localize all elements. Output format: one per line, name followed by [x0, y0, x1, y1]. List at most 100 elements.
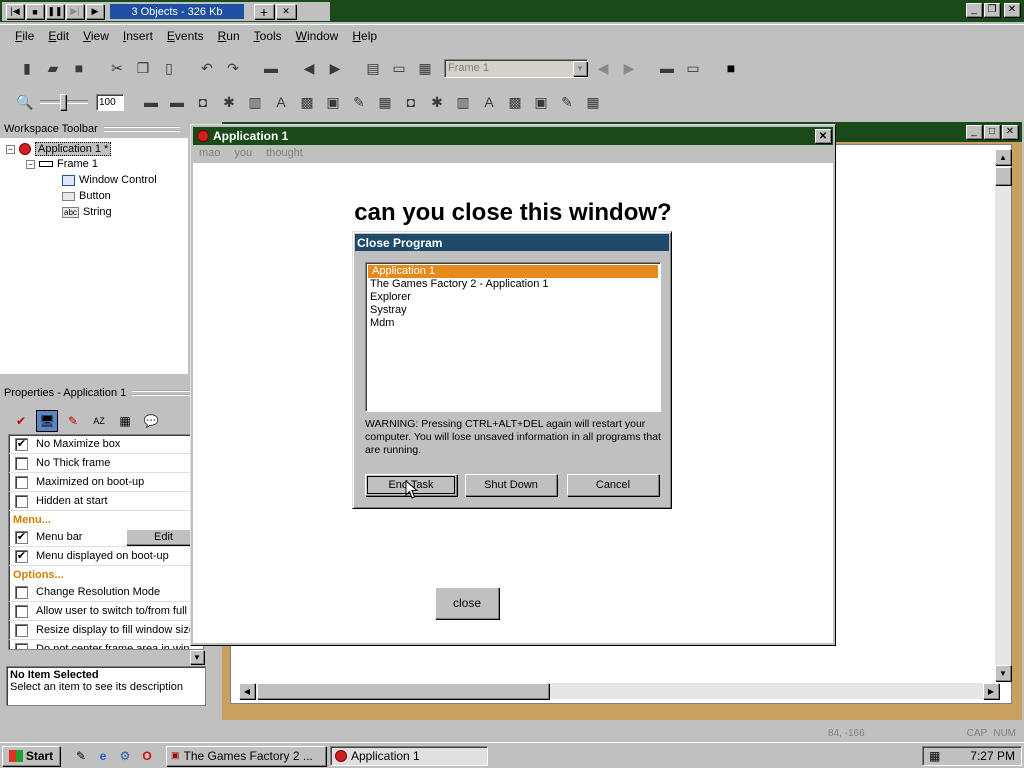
close-button[interactable]: ✕ [1004, 3, 1020, 17]
property-row[interactable]: ✔ Menu bar Edit [9, 528, 203, 547]
close-button[interactable]: ✕ [815, 129, 831, 143]
expander-icon[interactable]: − [26, 159, 35, 169]
step-button[interactable]: ▶| [66, 4, 84, 19]
process-item[interactable]: Application 1 [368, 265, 658, 278]
tab-runtime[interactable]: ✎ [62, 410, 84, 432]
panel-icon[interactable]: ▬ [656, 57, 678, 79]
rewind-button[interactable]: |◀ [6, 4, 24, 19]
property-scrollbar-down[interactable]: ▼ [190, 650, 204, 664]
property-list[interactable]: ✔ No Maximize box No Thick frame Maximized … [8, 434, 204, 650]
tab-window[interactable]: 🖥 [36, 410, 58, 432]
chevron-down-icon[interactable]: ▼ [573, 60, 587, 76]
process-item[interactable]: Systray [366, 304, 660, 317]
zoom-slider-thumb[interactable] [60, 94, 66, 110]
insert-object-icon[interactable]: ◘ [192, 91, 214, 113]
layers-icon[interactable]: ▬ [140, 91, 162, 113]
text-object2-icon[interactable]: A [478, 91, 500, 113]
comment-icon[interactable]: ▬ [260, 57, 282, 79]
pattern2-icon[interactable]: ▩ [504, 91, 526, 113]
checkbox[interactable] [15, 475, 28, 489]
minimize-button[interactable]: _ [966, 3, 982, 17]
restore-button[interactable]: ❐ [984, 3, 1000, 17]
event-editor-icon[interactable]: ▦ [414, 57, 436, 79]
pane-grip[interactable] [103, 126, 180, 132]
property-row[interactable]: Allow user to switch to/from full [9, 602, 203, 621]
layers2-icon[interactable]: ▬ [166, 91, 188, 113]
pattern-icon[interactable]: ▩ [296, 91, 318, 113]
menu-view[interactable]: View [76, 29, 116, 43]
scroll-down-icon[interactable]: ▼ [995, 665, 1011, 681]
active-object2-icon[interactable]: ✱ [426, 91, 448, 113]
property-row[interactable]: Change Resolution Mode [9, 583, 203, 602]
menu-thought[interactable]: thought [266, 147, 303, 163]
tree-item-window-control[interactable]: Window Control [62, 174, 157, 186]
vertical-scrollbar[interactable]: ▲ ▼ [995, 149, 1011, 681]
internet-explorer-icon[interactable]: e [94, 747, 112, 765]
play-button[interactable]: ▶ [86, 4, 104, 19]
plus-button[interactable]: + [254, 4, 274, 20]
zoom-input[interactable]: 100 [96, 93, 124, 111]
checkbox[interactable] [15, 456, 28, 470]
tab-settings[interactable]: ✔ [10, 410, 32, 432]
task-games-factory[interactable]: ▣ The Games Factory 2 ... [166, 745, 326, 766]
tray-app-icon[interactable]: ▦ [929, 749, 940, 763]
menu-events[interactable]: Events [160, 29, 211, 43]
start-button[interactable]: Start [2, 745, 60, 766]
maximize-button[interactable]: □ [984, 125, 1000, 139]
copy-icon[interactable]: ❐ [132, 57, 154, 79]
tree-item-frame[interactable]: − Frame 1 [26, 158, 98, 170]
film2-icon[interactable]: ▥ [452, 91, 474, 113]
new-file-icon[interactable]: ▮ [16, 57, 38, 79]
property-row[interactable]: No Thick frame [9, 454, 203, 473]
forward-icon[interactable]: ▶ [324, 57, 346, 79]
undo-icon[interactable]: ↶ [196, 57, 218, 79]
checkbox-checked[interactable]: ✔ [15, 437, 28, 451]
tab-grid[interactable]: ▦ [114, 410, 136, 432]
process-item[interactable]: Mdm [366, 317, 660, 330]
back-icon[interactable]: ◀ [298, 57, 320, 79]
save-icon[interactable]: ■ [68, 57, 90, 79]
open-file-icon[interactable]: ▰ [42, 57, 64, 79]
zoom-slider[interactable] [40, 94, 88, 110]
shut-down-button[interactable]: Shut Down [465, 474, 557, 496]
process-item[interactable]: The Games Factory 2 - Application 1 [366, 278, 660, 291]
checkbox-checked[interactable]: ✔ [15, 549, 28, 563]
brush2-icon[interactable]: ✎ [556, 91, 578, 113]
redo-icon[interactable]: ↷ [222, 57, 244, 79]
menu-tools[interactable]: Tools [247, 29, 289, 43]
pause-button[interactable]: ❚❚ [46, 4, 64, 19]
tree-item-string[interactable]: abc String [62, 206, 112, 218]
active-object-icon[interactable]: ✱ [218, 91, 240, 113]
insert-object2-icon[interactable]: ◘ [400, 91, 422, 113]
minimize-button[interactable]: _ [966, 125, 982, 139]
horizontal-scrollbar[interactable]: ◀ ▶ [239, 683, 999, 699]
scroll-left-icon[interactable]: ◀ [239, 683, 255, 699]
text-object-icon[interactable]: A [270, 91, 292, 113]
checkbox[interactable] [15, 585, 28, 599]
checkbox[interactable] [15, 642, 28, 649]
menu-mao[interactable]: mao [199, 147, 220, 163]
menu-file[interactable]: File [8, 29, 41, 43]
checkbox[interactable] [15, 623, 28, 637]
film-icon[interactable]: ▥ [244, 91, 266, 113]
title-close-button[interactable]: ✕ [276, 4, 296, 19]
zoom-icon[interactable]: 🔍 [14, 91, 36, 113]
opera-icon[interactable]: O [138, 747, 156, 765]
black-square-icon[interactable]: ■ [720, 57, 742, 79]
scroll-right-icon[interactable]: ▶ [983, 683, 999, 699]
prev-frame-icon[interactable]: ◀ [592, 57, 614, 79]
property-row[interactable]: Resize display to fill window size [9, 621, 203, 640]
brush-icon[interactable]: ✎ [348, 91, 370, 113]
property-row[interactable]: ✔ No Maximize box [9, 435, 203, 454]
menu-edit[interactable]: Edit [41, 29, 76, 43]
stop-button[interactable]: ■ [26, 4, 44, 19]
checkbox[interactable] [15, 604, 28, 618]
tab-about[interactable]: 💬 [140, 410, 162, 432]
task-application-1[interactable]: Application 1 [330, 745, 488, 766]
process-list[interactable]: Application 1 The Games Factory 2 - Appli… [365, 262, 661, 412]
tree-item-button[interactable]: Button [62, 190, 111, 202]
menu-you[interactable]: you [234, 147, 252, 163]
grid-icon[interactable]: ▦ [374, 91, 396, 113]
close-button[interactable]: ✕ [1002, 125, 1018, 139]
menu-window[interactable]: Window [289, 29, 346, 43]
